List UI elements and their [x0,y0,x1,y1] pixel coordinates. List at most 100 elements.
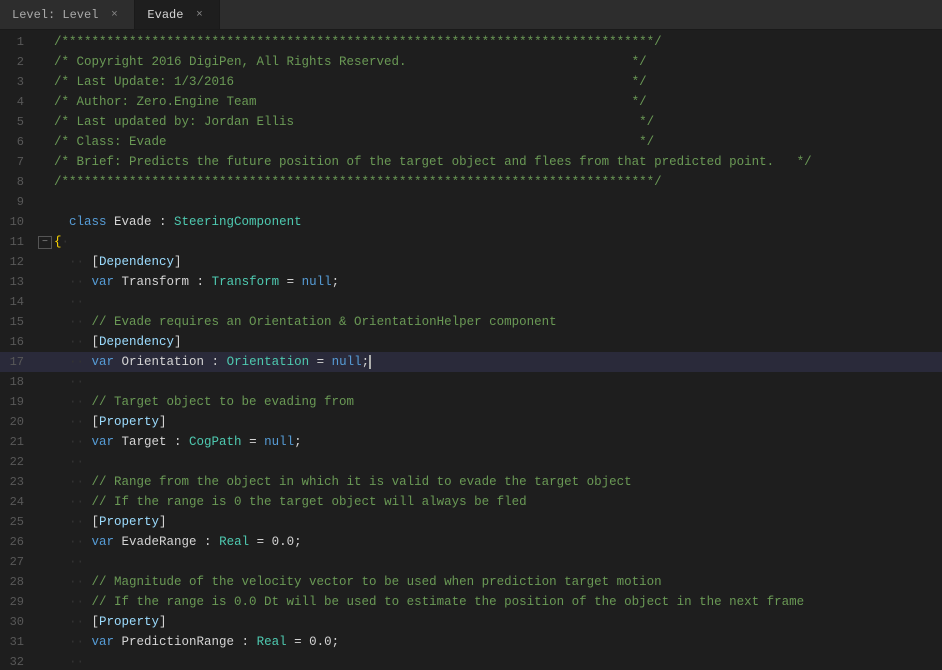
line-content: /* Copyright 2016 DigiPen, All Rights Re… [54,52,942,72]
token-plain: Transform : [114,275,212,289]
token-plain: EvadeRange : [114,535,219,549]
table-row: 18 ·· [0,372,942,392]
token-indent2: ·· [54,635,92,649]
token-indent2: ·· [54,295,84,309]
table-row: 32 ·· [0,652,942,670]
token-indent2: ·· [54,555,84,569]
line-number: 31 [0,635,38,649]
line-number: 7 [0,155,38,169]
token-indent2: ·· [54,375,84,389]
token-plain: ; [332,275,340,289]
token-bracket2: [ [92,515,100,529]
line-number: 3 [0,75,38,89]
collapse-button[interactable]: − [38,236,52,249]
table-row: 21 ·· var Target : CogPath = null; [0,432,942,452]
line-number: 19 [0,395,38,409]
table-row: 9 [0,192,942,212]
token-comment: // Target object to be evading from [84,395,354,409]
token-kw: var [92,355,115,369]
token-indent2: ·· [54,515,92,529]
table-row: 22 ·· [0,452,942,472]
line-content: /***************************************… [54,32,942,52]
token-attr: Property [99,615,159,629]
token-comment: // Range from the object in which it is … [84,475,632,489]
line-content: ·· var Orientation : Orientation = null; [54,352,942,372]
token-plain: ; [294,435,302,449]
token-indent2: ·· [54,575,84,589]
line-content: /* Last Update: 1/3/2016 */ [54,72,942,92]
token-bracket2: ] [159,615,167,629]
token-type: Real [257,635,287,649]
table-row: 5/* Last updated by: Jordan Ellis */ [0,112,942,132]
tab-evade[interactable]: Evade × [135,0,220,29]
table-row: 11−{· [0,232,942,252]
line-content: ·· // If the range is 0 the target objec… [54,492,942,512]
code-editor: 1 /**************************************… [0,30,942,670]
table-row: 29 ·· // If the range is 0.0 Dt will be … [0,592,942,612]
line-number: 1 [0,35,38,49]
line-number: 21 [0,435,38,449]
line-number: 24 [0,495,38,509]
line-number: 20 [0,415,38,429]
token-indent2: ·· [54,255,92,269]
line-content: /* Last updated by: Jordan Ellis */ [54,112,942,132]
line-number: 22 [0,455,38,469]
table-row: 26 ·· var EvadeRange : Real = 0.0; [0,532,942,552]
line-content: ·· var PredictionRange : Real = 0.0; [54,632,942,652]
token-comment: /* Last Update: 1/3/2016 */ [54,75,647,89]
line-content: {· [54,232,942,252]
table-row: 10 class Evade : SteeringComponent [0,212,942,232]
token-comment: /* Copyright 2016 DigiPen, All Rights Re… [54,55,647,69]
token-type: SteeringComponent [174,215,302,229]
tab-level[interactable]: Level: Level × [0,0,135,29]
line-number: 27 [0,555,38,569]
token-comment: /***************************************… [54,35,662,49]
token-indent [54,215,69,229]
token-bracket: { [54,235,62,249]
line-number: 2 [0,55,38,69]
tab-level-close[interactable]: × [106,7,122,23]
line-content: ·· // Target object to be evading from [54,392,942,412]
tab-evade-close[interactable]: × [191,7,207,23]
token-type: Orientation [227,355,310,369]
token-kw: class [69,215,107,229]
line-content: /* Class: Evade */ [54,132,942,152]
token-comment: /***************************************… [54,175,662,189]
token-bracket2: ] [174,335,182,349]
token-kw: var [92,635,115,649]
table-row: 25 ·· [Property] [0,512,942,532]
token-comment: /* Last updated by: Jordan Ellis */ [54,115,654,129]
token-kw: var [92,435,115,449]
table-row: 4 /* Author: Zero.Engine Team */ [0,92,942,112]
line-content: ·· [Dependency] [54,332,942,352]
line-content: ·· // Evade requires an Orientation & Or… [54,312,942,332]
table-row: 16 ·· [Dependency] [0,332,942,352]
line-number: 29 [0,595,38,609]
table-row: 28 ·· // Magnitude of the velocity vecto… [0,572,942,592]
line-content: ·· [Property] [54,612,942,632]
token-type: Transform [212,275,280,289]
token-attr: Property [99,515,159,529]
token-indent2: ·· [54,435,92,449]
text-cursor [369,355,371,369]
line-number: 23 [0,475,38,489]
table-row: 12 ·· [Dependency] [0,252,942,272]
table-row: 31 ·· var PredictionRange : Real = 0.0; [0,632,942,652]
token-plain: Target : [114,435,189,449]
token-plain: = 0.0; [287,635,340,649]
line-number: 4 [0,95,38,109]
table-row: 14 ·· [0,292,942,312]
token-plain: PredictionRange : [114,635,257,649]
line-number: 17 [0,355,38,369]
code-scroll[interactable]: 1 /**************************************… [0,30,942,670]
line-content: /* Author: Zero.Engine Team */ [54,92,942,112]
line-content: ·· [Property] [54,512,942,532]
token-comment: /* Class: Evade */ [54,135,654,149]
token-comment: // If the range is 0 the target object w… [84,495,527,509]
table-row: 15 ·· // Evade requires an Orientation &… [0,312,942,332]
token-indent2: ·· [54,275,92,289]
line-content: ·· [54,292,942,312]
token-null-kw: null [264,435,294,449]
token-attr: Property [99,415,159,429]
table-row: 1 /**************************************… [0,32,942,52]
